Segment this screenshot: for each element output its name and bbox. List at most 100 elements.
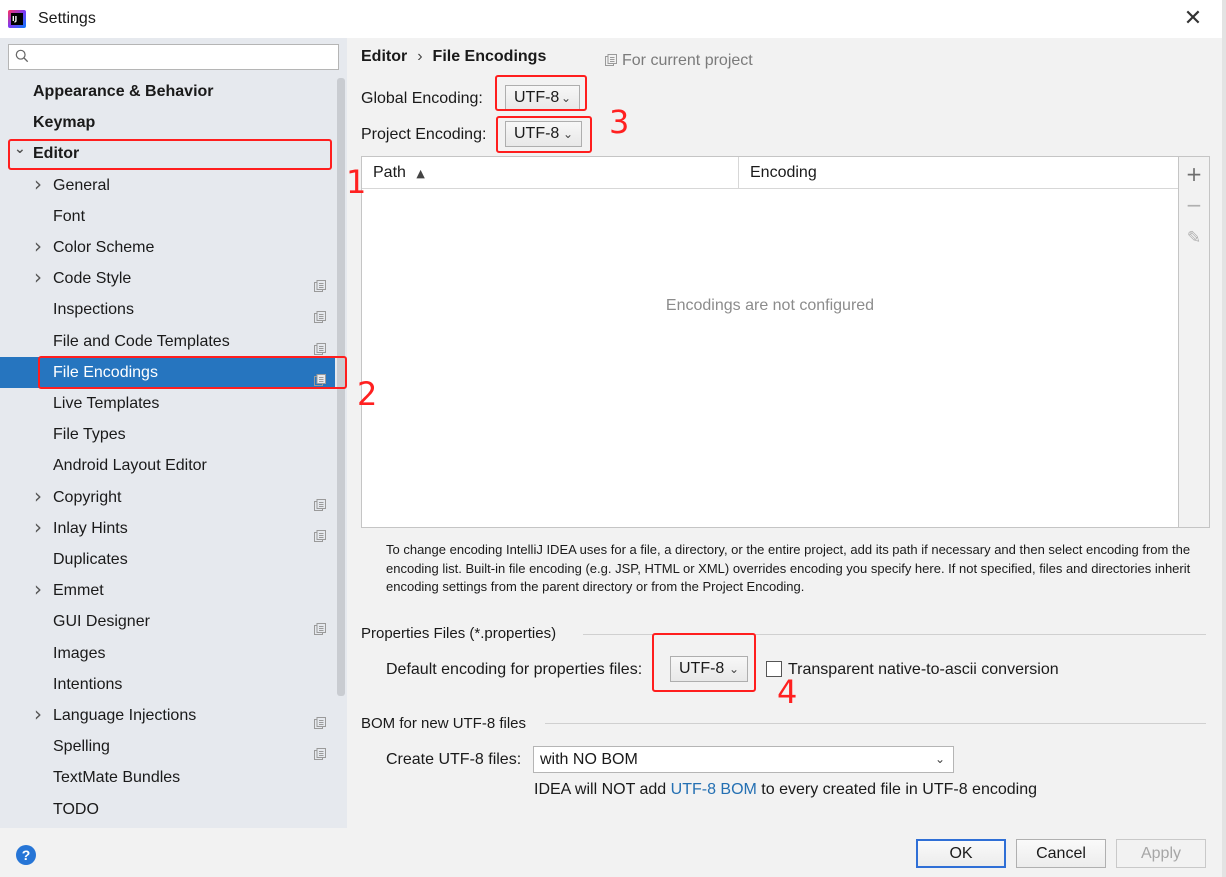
sidebar-item-label: Android Layout Editor <box>53 457 207 475</box>
sidebar-item-inlay-hints[interactable]: › Inlay Hints <box>0 513 335 544</box>
annotation-box-editor <box>8 139 332 170</box>
path-column-label: Path <box>373 164 406 181</box>
intellij-logo-icon: IJ <box>8 10 26 28</box>
sidebar-item-inspections[interactable]: Inspections <box>0 294 335 325</box>
search-icon <box>15 49 29 63</box>
utf8-bom-link[interactable]: UTF-8 BOM <box>671 781 757 798</box>
sidebar-item-label: Duplicates <box>53 551 128 568</box>
bom-note-suffix: to every created file in UTF-8 encoding <box>756 781 1037 798</box>
sidebar-item-label: Images <box>53 644 106 662</box>
sidebar-item-emmet[interactable]: › Emmet <box>0 575 335 606</box>
sidebar-item-keymap[interactable]: Keymap <box>0 107 335 138</box>
chevron-right-icon[interactable]: › <box>34 169 42 200</box>
sidebar-item-label: Copyright <box>53 488 122 506</box>
sort-ascending-icon: ▲ <box>416 167 425 180</box>
apply-button[interactable]: Apply <box>1116 839 1206 868</box>
settings-search-input[interactable] <box>8 44 339 70</box>
sidebar-item-textmate-bundles[interactable]: TextMate Bundles <box>0 762 335 793</box>
properties-section-title: Properties Files (*.properties) <box>361 625 557 642</box>
sidebar-item-label: Inspections <box>53 301 134 319</box>
annotation-number-3: 3 <box>609 103 630 141</box>
sidebar-item-file-and-code-templates[interactable]: File and Code Templates <box>0 326 335 357</box>
sidebar-item-label: TextMate Bundles <box>53 769 181 787</box>
sidebar-item-label: Live Templates <box>53 395 160 412</box>
transparent-conversion-label[interactable]: Transparent native-to-ascii conversion <box>788 661 1059 679</box>
bom-mode-select[interactable]: with NO BOM ⌄ <box>533 746 954 773</box>
search-field[interactable] <box>39 47 334 67</box>
remove-icon[interactable]: − <box>1179 190 1209 220</box>
sidebar-item-todo[interactable]: TODO <box>0 794 335 825</box>
sidebar-item-duplicates[interactable]: Duplicates <box>0 544 335 575</box>
sidebar-item-label: Color Scheme <box>53 239 155 256</box>
sidebar-item-gui-designer[interactable]: GUI Designer <box>0 606 335 637</box>
sidebar-item-copyright[interactable]: › Copyright <box>0 482 335 513</box>
project-scope-icon <box>314 740 326 761</box>
add-icon[interactable]: + <box>1179 159 1209 189</box>
sidebar-item-intentions[interactable]: Intentions <box>0 669 335 700</box>
logo-text: IJ <box>11 13 23 25</box>
for-current-project-note: For current project <box>605 52 753 70</box>
sidebar-item-file-types[interactable]: File Types <box>0 419 335 450</box>
default-properties-encoding-label: Default encoding for properties files: <box>386 661 643 678</box>
sidebar-item-spelling[interactable]: Spelling <box>0 731 335 762</box>
sidebar-item-label: GUI Designer <box>53 613 150 631</box>
bom-note: IDEA will NOT add UTF-8 BOM to every cre… <box>534 781 1037 799</box>
edit-icon[interactable]: ✎ <box>1179 223 1209 253</box>
sidebar-item-label: Intentions <box>53 675 123 693</box>
sidebar-item-label: General <box>53 176 110 194</box>
breadcrumb-parent: Editor <box>361 48 408 65</box>
sidebar-item-label: Inlay Hints <box>53 519 128 537</box>
chevron-down-icon: ⌄ <box>934 752 945 766</box>
chevron-right-icon[interactable]: › <box>34 481 42 512</box>
ok-button[interactable]: OK <box>916 839 1006 868</box>
project-scope-icon <box>314 709 326 729</box>
table-toolbar: + − ✎ <box>1179 156 1210 528</box>
chevron-right-icon[interactable]: › <box>34 574 42 605</box>
sidebar-item-android-layout-editor[interactable]: Android Layout Editor <box>0 450 335 481</box>
window-edge <box>1222 0 1226 877</box>
for-current-project-label: For current project <box>622 52 753 69</box>
path-column-header[interactable]: Path ▲ <box>362 157 425 188</box>
sidebar-item-language-injections[interactable]: › Language Injections <box>0 700 335 731</box>
chevron-right-icon[interactable]: › <box>34 262 42 293</box>
annotation-number-2: 2 <box>357 375 378 413</box>
breadcrumb-separator: › <box>417 48 423 65</box>
table-header: Path ▲ Encoding <box>362 157 1178 189</box>
encoding-column-header[interactable]: Encoding <box>739 157 817 188</box>
sidebar-item-images[interactable]: Images <box>0 638 335 669</box>
chevron-right-icon[interactable]: › <box>34 699 42 730</box>
cancel-button[interactable]: Cancel <box>1016 839 1106 868</box>
sidebar-item-code-style[interactable]: › Code Style <box>0 263 335 294</box>
annotation-box-file-encodings <box>38 356 347 389</box>
project-scope-icon <box>605 54 617 66</box>
annotation-number-4: 4 <box>777 673 798 711</box>
project-scope-icon <box>314 272 326 293</box>
sidebar-item-appearance-and-behavior[interactable]: Appearance & Behavior <box>0 76 335 107</box>
close-button[interactable]: ✕ <box>1180 6 1206 32</box>
bom-section-title: BOM for new UTF-8 files <box>361 715 527 732</box>
project-scope-icon <box>314 303 326 324</box>
help-icon[interactable]: ? <box>16 845 36 865</box>
sidebar-item-label: Language Injections <box>53 707 197 724</box>
breadcrumb: Editor › File Encodings <box>361 48 546 66</box>
sidebar-item-font[interactable]: Font <box>0 201 335 232</box>
project-scope-icon <box>314 335 326 355</box>
title-bar: IJ Settings ✕ <box>0 0 1226 38</box>
sidebar-item-live-templates[interactable]: Live Templates <box>0 388 335 419</box>
sidebar-item-label: Keymap <box>33 114 96 132</box>
dialog-footer: ? OK Cancel Apply <box>0 828 1226 877</box>
chevron-right-icon[interactable]: › <box>34 512 42 543</box>
chevron-right-icon[interactable]: › <box>34 231 42 262</box>
encodings-table[interactable]: Path ▲ Encoding Encodings are not config… <box>361 156 1179 528</box>
sidebar-item-label: Font <box>53 207 86 225</box>
annotation-box-global-encoding <box>495 75 587 111</box>
table-empty-text: Encodings are not configured <box>665 297 875 314</box>
sidebar-item-color-scheme[interactable]: › Color Scheme <box>0 232 335 263</box>
encoding-help-text: To change encoding IntelliJ IDEA uses fo… <box>386 542 1191 594</box>
sidebar-item-label: Appearance & Behavior <box>33 83 214 100</box>
annotation-number-1: 1 <box>346 163 367 201</box>
bom-note-prefix: IDEA will NOT add <box>534 781 671 798</box>
global-encoding-label: Global Encoding: <box>361 90 483 107</box>
sidebar-item-general[interactable]: › General <box>0 170 335 201</box>
window-title: Settings <box>38 10 96 27</box>
